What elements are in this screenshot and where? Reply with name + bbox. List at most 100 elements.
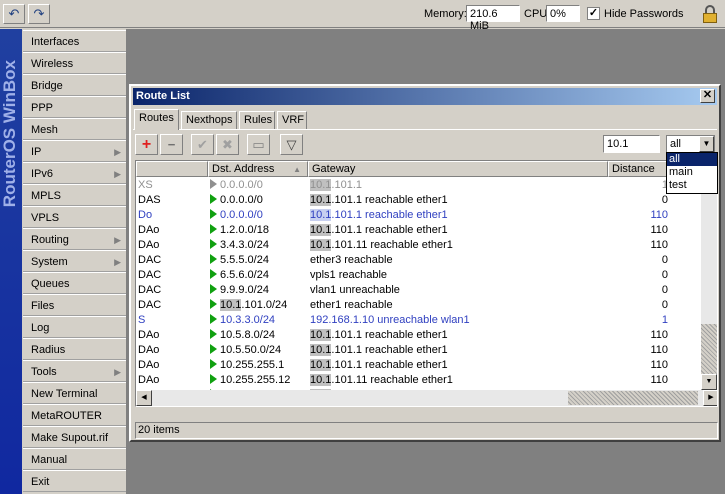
- cell-dst-address: 3.4.3.0/24: [210, 238, 310, 253]
- cell-gateway: 10.1.101.11 reachable ether1: [310, 373, 610, 388]
- cell-distance: 0: [661, 194, 668, 206]
- sidebar-item-mpls[interactable]: MPLS: [23, 184, 127, 206]
- dropdown-option-main[interactable]: main: [667, 166, 717, 179]
- window-title-bar[interactable]: Route List ✕: [133, 88, 717, 105]
- table-row[interactable]: DAC 9.9.9.0/24 vlan1 unreachable 0: [136, 283, 703, 298]
- cell-gateway: 10.1.101.1 reachable ether1: [310, 358, 610, 373]
- column-header-flags[interactable]: [136, 161, 208, 177]
- undo-button[interactable]: ↶: [3, 4, 25, 24]
- redo-button[interactable]: ↷: [28, 4, 50, 24]
- sidebar-item-tools[interactable]: Tools ▶: [23, 360, 127, 382]
- tab-vrf[interactable]: VRF: [277, 111, 307, 129]
- tab-routes[interactable]: Routes: [134, 109, 179, 130]
- table-row[interactable]: DAS 0.0.0.0/0 10.1.101.1 reachable ether1 0: [136, 193, 703, 208]
- filter-input[interactable]: 10.1: [603, 135, 660, 153]
- table-row[interactable]: DAo 10.255.255.1 10.1.101.1 reachable ethe…: [136, 358, 703, 373]
- cell-dst-address: 10.5.8.0/24: [210, 328, 310, 343]
- table-row[interactable]: DAC 10.1.101.0/24 ether1 reachable 0: [136, 298, 703, 313]
- sidebar-item-routing[interactable]: Routing ▶: [23, 228, 127, 250]
- scroll-left-icon[interactable]: ◀: [136, 390, 152, 406]
- sidebar-item-new-terminal[interactable]: New Terminal: [23, 382, 127, 404]
- remove-button[interactable]: −: [160, 134, 183, 155]
- cell-distance: 0: [661, 284, 668, 296]
- sidebar-item-interfaces[interactable]: Interfaces: [23, 30, 127, 52]
- cell-dst-address: 10.255.255.1: [210, 358, 310, 373]
- cell-gateway: vpls1 reachable: [310, 268, 610, 283]
- horizontal-scroll-thumb[interactable]: [568, 391, 698, 405]
- gateway-text: vlan1 unreachable: [310, 284, 400, 296]
- sidebar-item-exit[interactable]: Exit: [23, 470, 127, 492]
- disable-button[interactable]: ✖: [216, 134, 239, 155]
- dst-address-text: 0.0.0.0/0: [220, 179, 263, 191]
- cell-gateway: ether1 reachable: [310, 298, 610, 313]
- vertical-scrollbar[interactable]: ▲ ▼: [701, 161, 717, 390]
- scroll-right-icon[interactable]: ▶: [703, 390, 717, 406]
- table-row[interactable]: XS 0.0.0.0/0 10.1.101.1 1: [136, 178, 703, 193]
- dropdown-option-test[interactable]: test: [667, 179, 717, 192]
- hide-passwords-checkbox[interactable]: ✓: [587, 7, 600, 20]
- sidebar-menu: Interfaces Wireless Bridge PPP Mesh IP ▶ IPv6 ▶ M…: [23, 30, 127, 492]
- column-header-distance[interactable]: Distance: [608, 161, 670, 177]
- comment-button[interactable]: ▭: [247, 134, 270, 155]
- sidebar-item-make-supout-rif[interactable]: Make Supout.rif: [23, 426, 127, 448]
- table-row[interactable]: DAC 5.5.5.0/24 ether3 reachable 0: [136, 253, 703, 268]
- sidebar-item-manual[interactable]: Manual: [23, 448, 127, 470]
- horizontal-scrollbar[interactable]: ◀ ▶: [136, 390, 717, 406]
- column-header-dst-address[interactable]: Dst. Address ▲: [208, 161, 308, 177]
- enable-button[interactable]: ✔: [191, 134, 214, 155]
- routing-mark-select[interactable]: all ▼: [666, 135, 715, 153]
- table-row[interactable]: DAC 6.5.6.0/24 vpls1 reachable 0: [136, 268, 703, 283]
- table-row[interactable]: DAo 10.5.8.0/24 10.1.101.1 reachable ether…: [136, 328, 703, 343]
- tab-rules[interactable]: Rules: [239, 111, 275, 129]
- sidebar-item-ip[interactable]: IP ▶: [23, 140, 127, 162]
- cross-icon: ✖: [222, 136, 233, 152]
- route-flag-icon: [210, 224, 217, 234]
- gateway-text: .101.1 reachable ether1: [331, 224, 448, 236]
- sidebar-item-ppp[interactable]: PPP: [23, 96, 127, 118]
- sidebar-item-radius[interactable]: Radius: [23, 338, 127, 360]
- vertical-scroll-thumb[interactable]: [701, 324, 717, 374]
- tab-nexthops[interactable]: Nexthops: [181, 111, 237, 129]
- sidebar-item-ipv6[interactable]: IPv6 ▶: [23, 162, 127, 184]
- sidebar-item-vpls[interactable]: VPLS: [23, 206, 127, 228]
- sidebar-item-system[interactable]: System ▶: [23, 250, 127, 272]
- close-icon[interactable]: ✕: [700, 89, 715, 103]
- sidebar-item-files[interactable]: Files: [23, 294, 127, 316]
- column-header-gateway[interactable]: Gateway: [308, 161, 608, 177]
- cell-distance: 110: [650, 359, 668, 371]
- sidebar-item-label: Interfaces: [31, 36, 80, 48]
- sidebar-item-bridge[interactable]: Bridge: [23, 74, 127, 96]
- sidebar-item-metarouter[interactable]: MetaROUTER: [23, 404, 127, 426]
- table-row[interactable]: DAo 1.2.0.0/18 10.1.101.1 reachable ether1…: [136, 223, 703, 238]
- sidebar-item-mesh[interactable]: Mesh: [23, 118, 127, 140]
- table-row[interactable]: DAo 10.5.50.0/24 10.1.101.1 reachable ethe…: [136, 343, 703, 358]
- status-bar: 20 items: [135, 422, 718, 439]
- dropdown-option-all[interactable]: all: [667, 153, 717, 166]
- dst-address-text: 10.5.8.0/24: [220, 329, 276, 341]
- match-highlight: 10.1: [310, 194, 332, 206]
- filter-button[interactable]: ▽: [280, 134, 303, 155]
- memory-value: 210.6 MiB: [466, 5, 520, 32]
- scroll-down-icon[interactable]: ▼: [701, 374, 717, 390]
- add-button[interactable]: +: [135, 134, 158, 155]
- cell-distance: 0: [661, 269, 668, 281]
- sidebar-item-label: Radius: [31, 344, 66, 356]
- table-row[interactable]: Do 0.0.0.0/0 10.1.101.1 reachable ether1 11…: [136, 208, 703, 223]
- plus-icon: +: [141, 135, 152, 153]
- sidebar-item-wireless[interactable]: Wireless: [23, 52, 127, 74]
- sidebar-item-label: IP: [31, 146, 42, 158]
- sidebar-item-queues[interactable]: Queues: [23, 272, 127, 294]
- gateway-text: .101.1 reachable ether1: [331, 329, 448, 341]
- table-row[interactable]: S 10.3.3.0/24 192.168.1.10 unreachable wla…: [136, 313, 703, 328]
- route-flag-icon: [210, 239, 217, 249]
- cell-dst-address: 10.255.255.12: [210, 373, 310, 388]
- dst-address-text: 10.255.255.1: [220, 359, 285, 371]
- table-row[interactable]: DAo 10.255.255.12 10.1.101.11 reachable et…: [136, 373, 703, 388]
- chevron-down-icon[interactable]: ▼: [699, 136, 714, 152]
- tab-divider: [133, 129, 717, 130]
- filter-icon: ▽: [286, 136, 297, 152]
- table-row[interactable]: DAo 3.4.3.0/24 10.1.101.11 reachable ether…: [136, 238, 703, 253]
- sidebar-item-log[interactable]: Log: [23, 316, 127, 338]
- cell-flags: DAo: [138, 374, 160, 386]
- cell-gateway: 10.1.101.1 reachable ether1: [310, 343, 610, 358]
